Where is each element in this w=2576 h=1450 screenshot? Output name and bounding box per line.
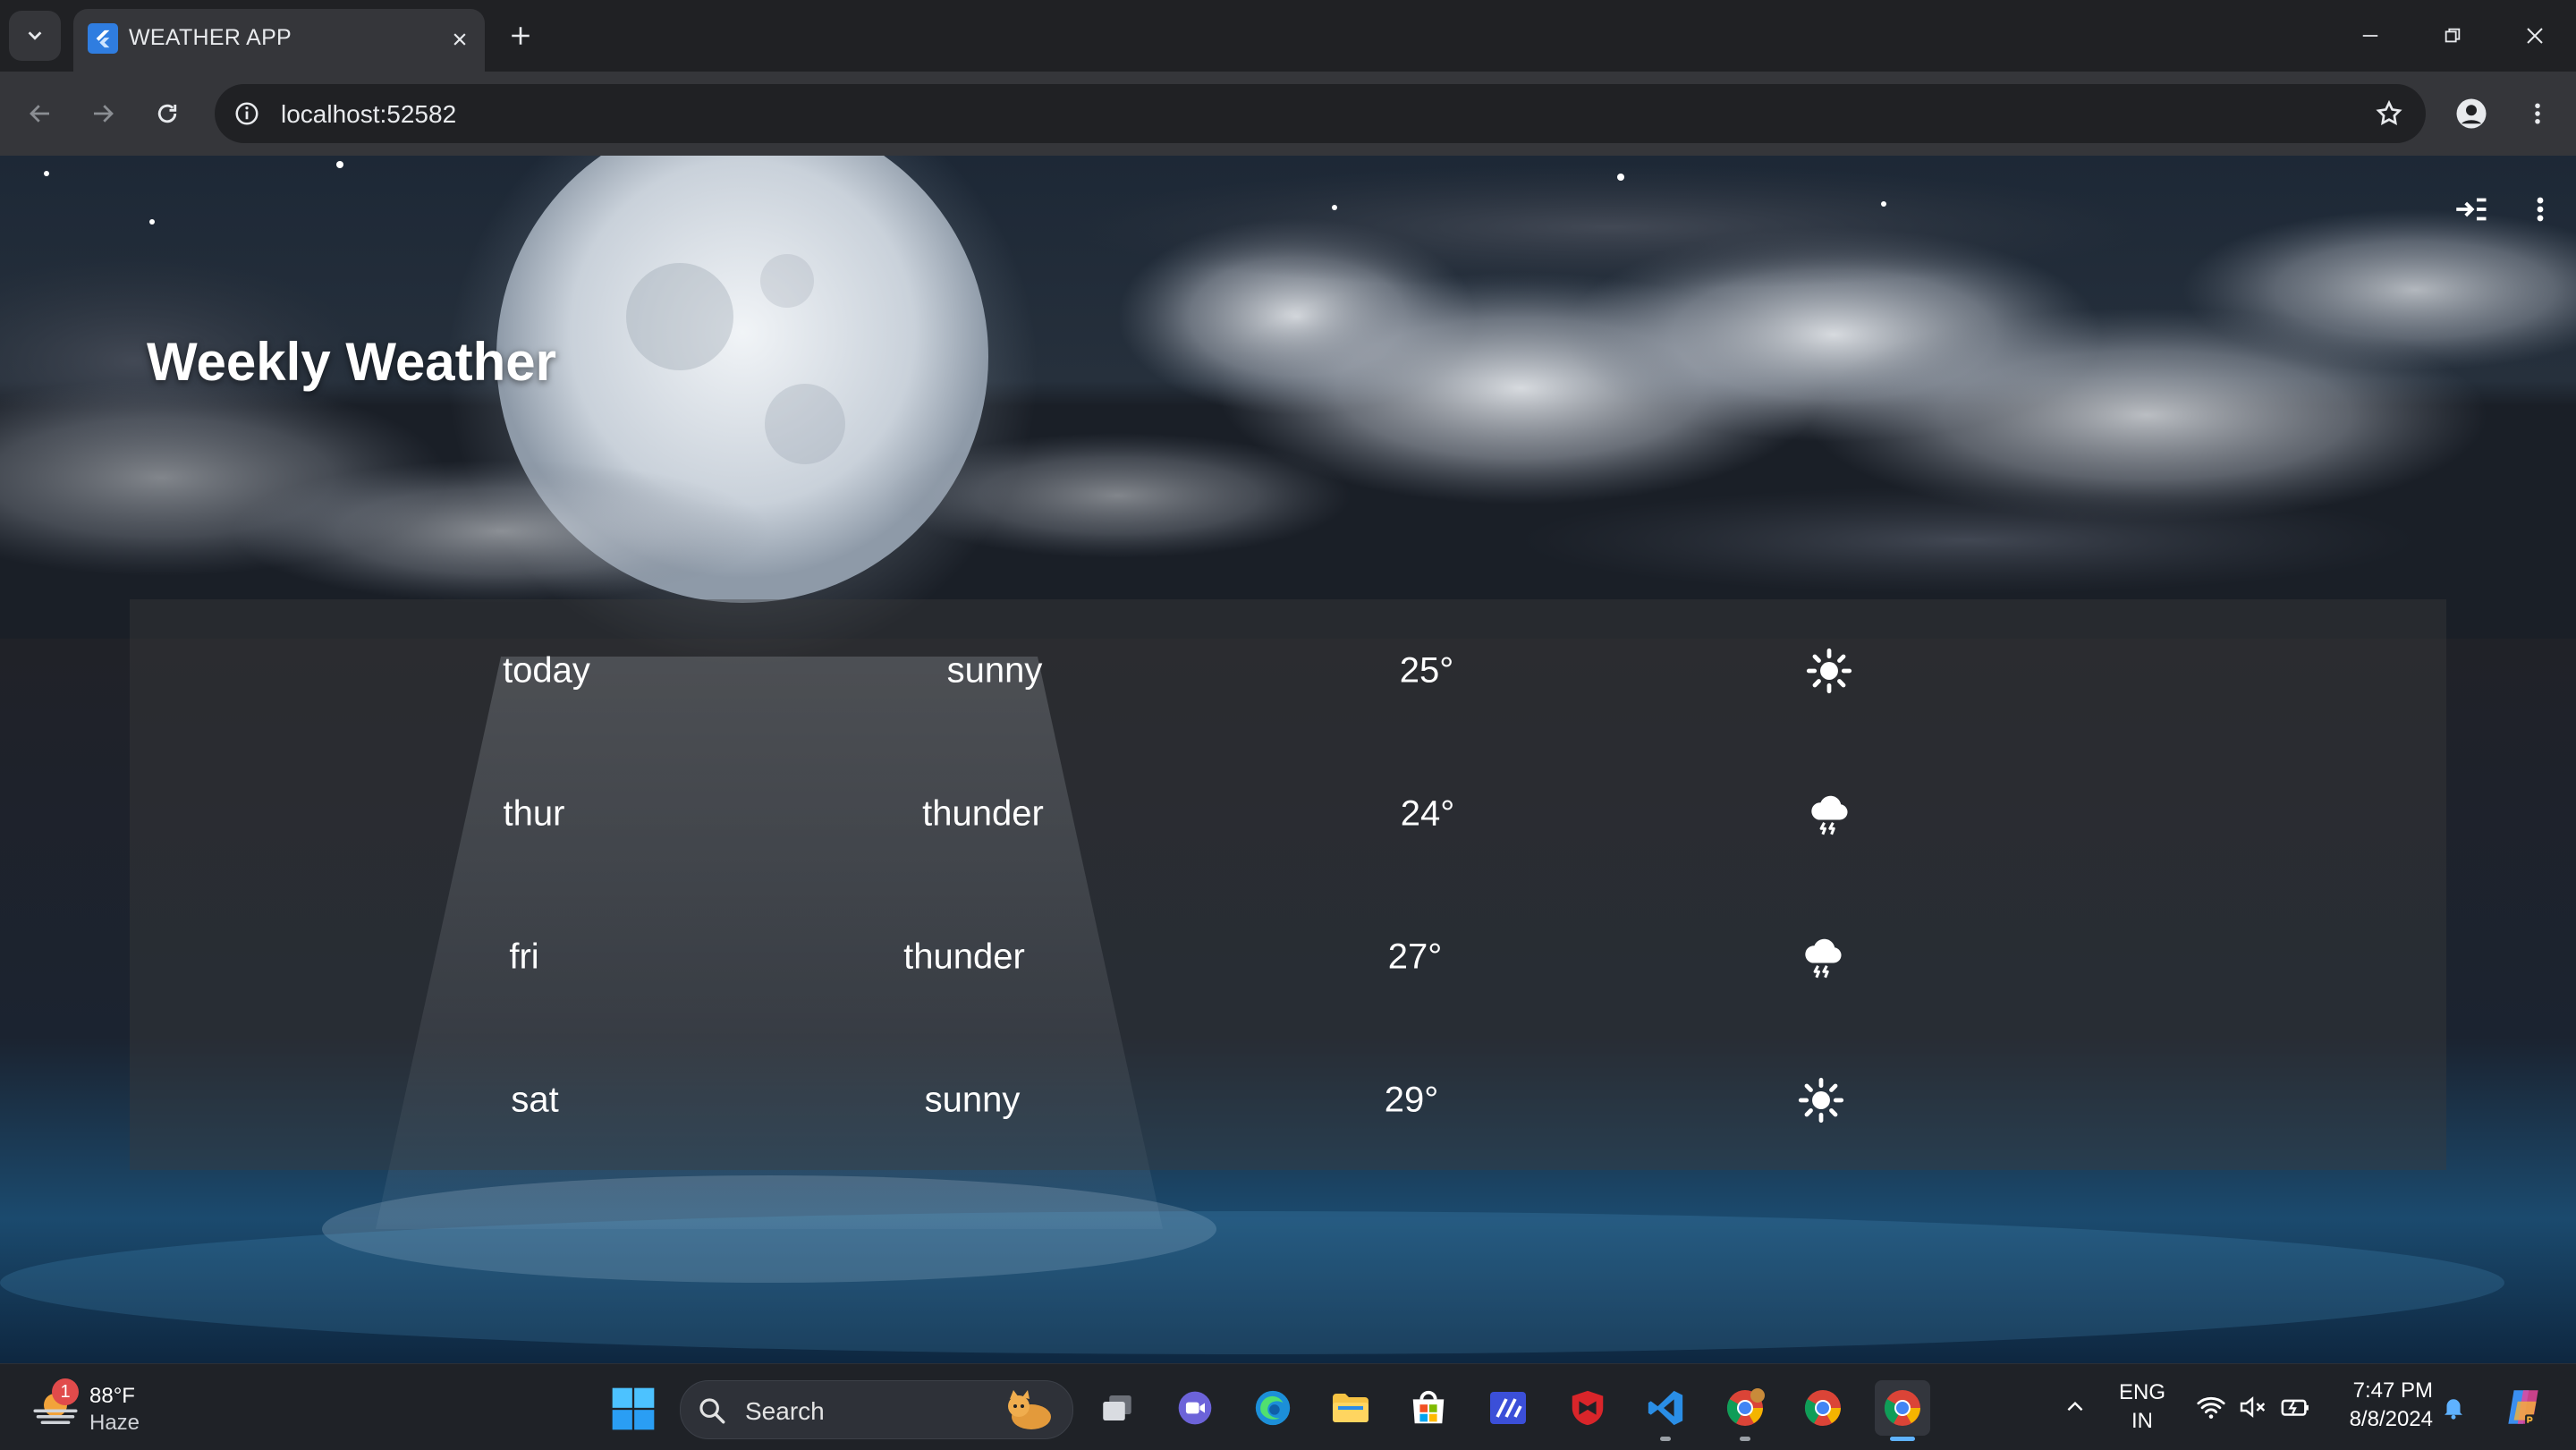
forecast-panel: today sunny 25° thur thunder 24° fri thu…: [130, 599, 2446, 1170]
forecast-condition: sunny: [946, 650, 1043, 691]
browser-tab-active[interactable]: WEATHER APP: [73, 9, 485, 72]
forecast-day: sat: [511, 1080, 559, 1120]
chevron-down-icon: [28, 31, 42, 40]
arrow-right-icon: [94, 105, 114, 123]
flutter-favicon-icon: [88, 23, 118, 54]
search-icon: [699, 1398, 725, 1424]
language-region: IN: [2131, 1409, 2153, 1433]
site-info-icon[interactable]: [229, 96, 265, 131]
plus-icon: [512, 27, 530, 45]
close-icon: [2527, 28, 2543, 44]
restore-icon: [2445, 28, 2461, 43]
page-title: Weekly Weather: [147, 332, 556, 392]
wifi-icon[interactable]: [2191, 1364, 2231, 1450]
copilot-icon[interactable]: [2496, 1364, 2551, 1450]
windows-taskbar: 1 88°F Haze Search ENG IN 7:47 PM 8/8/20…: [0, 1363, 2576, 1450]
new-tab-button[interactable]: [501, 16, 540, 55]
dev-tool-app-icon[interactable]: [1480, 1380, 1536, 1436]
forecast-temperature: 27°: [1387, 937, 1443, 977]
window-restore-button[interactable]: [2426, 13, 2479, 59]
browser-toolbar: localhost:52582: [0, 72, 2576, 156]
language-code: ENG: [2118, 1380, 2165, 1404]
tray-overflow-chevron-icon[interactable]: [2054, 1364, 2097, 1450]
page-menu-kebab-icon[interactable]: [2517, 186, 2563, 233]
teams-meet-icon[interactable]: [1167, 1380, 1223, 1436]
taskbar-search-box[interactable]: Search: [680, 1380, 1073, 1439]
reload-button[interactable]: [145, 91, 190, 136]
browser-tab-strip: WEATHER APP: [0, 0, 2576, 72]
weather-temperature: 88°F: [89, 1384, 135, 1408]
forecast-day: today: [503, 650, 590, 691]
window-minimize-button[interactable]: [2343, 13, 2397, 59]
reload-icon: [157, 104, 177, 123]
search-highlight-cat-icon: [1008, 1390, 1051, 1429]
input-language-indicator[interactable]: ENG IN: [2111, 1364, 2174, 1450]
weather-notification-badge: 1: [52, 1378, 79, 1405]
sun-icon: [1798, 1077, 1844, 1124]
taskbar-weather-widget[interactable]: 1 88°F Haze: [27, 1377, 161, 1439]
chrome-active-icon[interactable]: [1875, 1380, 1930, 1441]
forecast-row: today sunny 25°: [130, 599, 2446, 742]
forward-button[interactable]: [80, 91, 125, 136]
windows-start-icon[interactable]: [608, 1384, 658, 1434]
address-bar[interactable]: localhost:52582: [215, 84, 2426, 143]
forecast-day: fri: [509, 937, 539, 977]
edge-browser-icon[interactable]: [1245, 1380, 1301, 1436]
forecast-temperature: 29°: [1384, 1080, 1439, 1120]
notification-bell-icon[interactable]: [2435, 1364, 2472, 1450]
minimize-icon: [2362, 35, 2378, 37]
weather-condition: Haze: [89, 1411, 140, 1435]
taskbar-clock[interactable]: 7:47 PM 8/8/2024: [2326, 1377, 2433, 1434]
active-indicator: [1890, 1437, 1915, 1441]
address-bar-url: localhost:52582: [281, 100, 457, 128]
forecast-row: sat sunny 29°: [130, 1029, 2446, 1172]
side-panel-toggle-icon[interactable]: [2447, 186, 2494, 233]
clock-time: 7:47 PM: [2352, 1378, 2433, 1403]
chrome-profile-2-icon[interactable]: [1795, 1380, 1851, 1436]
browser-menu-kebab-icon[interactable]: [2515, 91, 2560, 136]
forecast-day: thur: [503, 793, 565, 834]
battery-charging-icon[interactable]: [2275, 1364, 2315, 1450]
volume-muted-icon[interactable]: [2233, 1364, 2272, 1450]
forecast-condition: thunder: [903, 937, 1025, 977]
forecast-condition: thunder: [922, 793, 1044, 834]
app-viewport: Weekly Weather today sunny 25° thur thun…: [0, 156, 2576, 1363]
forecast-condition: sunny: [924, 1080, 1021, 1120]
running-indicator: [1660, 1437, 1671, 1441]
thunder-cloud-icon: [1811, 795, 1848, 835]
chrome-profile-1-icon[interactable]: [1717, 1380, 1773, 1441]
microsoft-store-icon[interactable]: [1401, 1380, 1456, 1436]
window-close-button[interactable]: [2508, 13, 2562, 59]
tab-title: WEATHER APP: [129, 25, 292, 50]
clock-date: 8/8/2024: [2349, 1407, 2433, 1431]
tab-close-icon[interactable]: [445, 25, 474, 54]
forecast-temperature: 25°: [1399, 650, 1454, 691]
vscode-icon[interactable]: [1638, 1380, 1693, 1441]
bookmark-star-icon[interactable]: [2370, 95, 2408, 132]
forecast-row: fri thunder 27°: [130, 886, 2446, 1029]
tab-search-button[interactable]: [9, 11, 61, 61]
forecast-temperature: 24°: [1400, 793, 1455, 834]
profile-avatar-icon[interactable]: [2449, 91, 2494, 136]
running-indicator: [1740, 1437, 1750, 1441]
search-label: Search: [745, 1397, 825, 1425]
back-button[interactable]: [18, 91, 63, 136]
arrow-left-icon: [30, 105, 49, 123]
file-explorer-icon[interactable]: [1323, 1380, 1378, 1436]
thunder-cloud-icon: [1805, 938, 1842, 979]
mcafee-shield-icon[interactable]: [1560, 1380, 1615, 1436]
forecast-row: thur thunder 24°: [130, 742, 2446, 886]
sun-icon: [1806, 648, 1852, 694]
task-view-icon[interactable]: [1089, 1380, 1145, 1436]
